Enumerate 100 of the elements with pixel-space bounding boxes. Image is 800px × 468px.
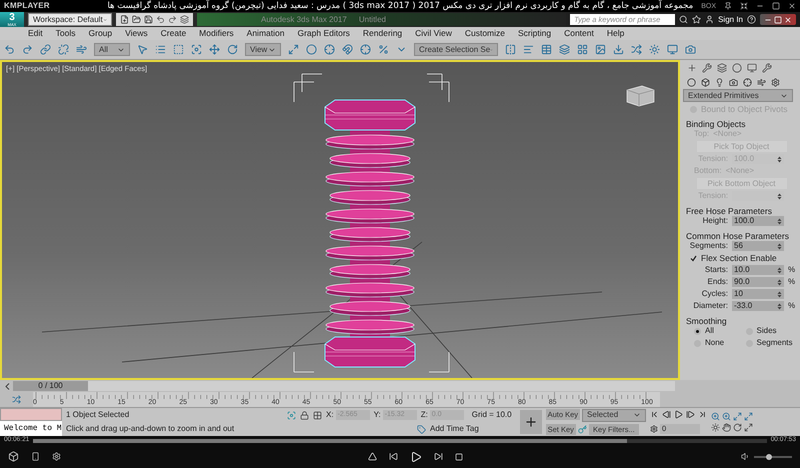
- time-tag-label[interactable]: Add Time Tag: [430, 425, 479, 434]
- skip-forward-icon[interactable]: [434, 452, 443, 461]
- cameras-icon[interactable]: [729, 78, 738, 87]
- spinner-label: Diameter:: [692, 302, 729, 310]
- viewcube-icon[interactable]: [626, 86, 654, 106]
- percent-snap-icon[interactable]: [378, 44, 389, 55]
- previous-frame-icon[interactable]: [662, 410, 672, 420]
- undo-icon[interactable]: [156, 15, 165, 24]
- unit-label: %: [787, 278, 796, 286]
- layer-icon[interactable]: [559, 44, 570, 55]
- phone-icon[interactable]: [31, 452, 40, 461]
- menu-item[interactable]: Modifiers: [199, 29, 234, 38]
- user-icon[interactable]: [705, 15, 714, 24]
- time-slider-thumb[interactable]: 0 / 100: [13, 381, 88, 391]
- play-icon[interactable]: [410, 450, 422, 462]
- menu-item[interactable]: Rendering: [362, 29, 402, 38]
- spinner-field[interactable]: 56: [732, 241, 784, 251]
- spinner-field[interactable]: 10: [732, 289, 784, 299]
- link-icon[interactable]: [40, 44, 51, 55]
- shrink-icon[interactable]: [740, 2, 748, 10]
- menu-item[interactable]: Create: [160, 29, 186, 38]
- menu-item[interactable]: Scripting: [518, 29, 552, 38]
- star-icon[interactable]: [692, 15, 702, 24]
- menu-item[interactable]: Animation: [246, 29, 284, 38]
- close-icon[interactable]: [788, 2, 796, 10]
- rotate-icon[interactable]: [227, 44, 238, 55]
- volume-icon[interactable]: [741, 452, 750, 461]
- group-title: Common Hose Parameters: [686, 232, 789, 240]
- play-icon[interactable]: [674, 410, 684, 420]
- pin-icon[interactable]: [724, 2, 732, 10]
- snap-icon[interactable]: [342, 44, 353, 55]
- settings-icon[interactable]: [52, 452, 61, 461]
- zoom-all-icon[interactable]: [722, 412, 732, 421]
- key-mode-dropdown[interactable]: Selected: [582, 408, 646, 422]
- rectangle-selection-icon[interactable]: [173, 44, 184, 55]
- listener-input[interactable]: [0, 408, 62, 421]
- folder-icon[interactable]: [132, 15, 141, 24]
- spinner-field[interactable]: 10.0: [732, 265, 784, 275]
- progress-track[interactable]: [33, 438, 767, 442]
- menu-item[interactable]: Edit: [28, 29, 43, 38]
- coordinate-label: X:: [326, 411, 334, 420]
- select-by-name-icon[interactable]: [155, 44, 166, 55]
- modify-icon[interactable]: [702, 63, 712, 73]
- spinner-arrows-icon: [777, 266, 782, 274]
- undo-icon[interactable]: [4, 44, 15, 55]
- menu-item[interactable]: Tools: [56, 29, 76, 38]
- menu-item[interactable]: Content: [564, 29, 594, 38]
- next-frame-icon[interactable]: [686, 410, 696, 420]
- group-title: Free Hose Parameters: [686, 206, 772, 215]
- zoom-icon[interactable]: [711, 412, 720, 421]
- zoom-extents-icon[interactable]: [733, 412, 742, 421]
- checkbox[interactable]: [690, 254, 697, 262]
- spinner-field[interactable]: -33.0: [732, 301, 784, 311]
- selection-status: 1 Object Selected: [66, 411, 130, 419]
- category-dropdown[interactable]: Extended Primitives: [683, 89, 793, 102]
- redo-icon[interactable]: [168, 15, 177, 24]
- spinner-arrows-icon: [777, 242, 782, 250]
- pan-icon[interactable]: [722, 423, 732, 432]
- window-buttons[interactable]: [760, 14, 796, 25]
- menu-item[interactable]: Graph Editors: [297, 29, 350, 38]
- menu-item[interactable]: Views: [125, 29, 148, 38]
- menu-item[interactable]: Group: [88, 29, 112, 38]
- menu-item[interactable]: Customize: [464, 29, 505, 38]
- reference-coordinate-dropdown[interactable]: View: [245, 43, 281, 56]
- select-object-icon[interactable]: [137, 44, 148, 55]
- spinner-value: 90.0: [734, 278, 750, 286]
- set-key-big-button[interactable]: [520, 410, 542, 434]
- volume-thumb[interactable]: [766, 454, 772, 460]
- help-icon[interactable]: [747, 15, 756, 24]
- stop-icon[interactable]: [455, 452, 463, 460]
- time-tag-icon[interactable]: [417, 424, 426, 434]
- go-to-start-icon[interactable]: [650, 410, 660, 420]
- cube-icon[interactable]: [8, 451, 19, 462]
- redo-icon[interactable]: [22, 44, 33, 55]
- triangle-icon[interactable]: [368, 452, 377, 461]
- new-file-icon[interactable]: [120, 15, 129, 24]
- coordinate-label: Z:: [420, 411, 428, 420]
- sign-in-button[interactable]: Sign In: [718, 16, 743, 24]
- spinner-field[interactable]: 90.0: [732, 277, 784, 287]
- selection-filter-dropdown[interactable]: All: [94, 43, 130, 56]
- radio-button[interactable]: [694, 328, 701, 334]
- lights-icon[interactable]: [715, 78, 724, 87]
- menu-item[interactable]: Help: [606, 29, 624, 38]
- move-icon[interactable]: [209, 44, 220, 55]
- workspace-dropdown[interactable]: Workspace: Default: [28, 13, 112, 26]
- zoom-extents-all-icon[interactable]: [744, 412, 754, 421]
- lock-icon[interactable]: [300, 410, 309, 420]
- radio-label: Sides: [756, 327, 777, 335]
- unlink-icon[interactable]: [58, 44, 69, 55]
- menu-item[interactable]: Civil View: [415, 29, 452, 38]
- spinner-field[interactable]: 100.0: [732, 216, 784, 226]
- binoculars-icon[interactable]: [679, 15, 688, 24]
- create-icon[interactable]: [687, 63, 697, 73]
- selection-set-dropdown[interactable]: Create Selection Se: [414, 43, 498, 56]
- scale-icon[interactable]: [288, 44, 299, 55]
- save-icon[interactable]: [144, 15, 153, 24]
- go-to-end-icon[interactable]: [698, 410, 708, 420]
- skip-back-icon[interactable]: [389, 452, 398, 461]
- logo-number: 3: [9, 12, 15, 22]
- spinner-label: Height:: [702, 217, 729, 225]
